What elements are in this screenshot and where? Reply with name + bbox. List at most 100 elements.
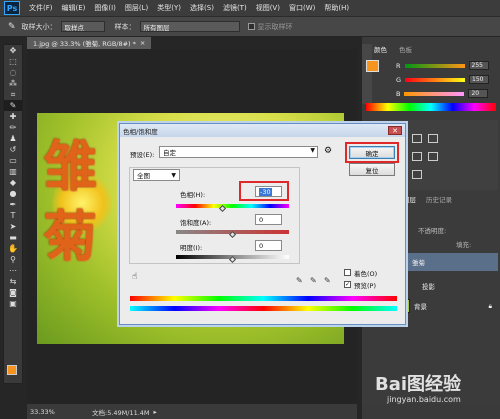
crop-tool-icon[interactable]: ⌗ [4,89,22,100]
tab-history[interactable]: 历史记录 [426,194,452,204]
slider-label: G [396,75,402,84]
menu-filter[interactable]: 滤镜(T) [223,3,247,13]
pen-tool-icon[interactable]: ✒ [4,199,22,210]
sample-size-label: 取样大小： [21,22,57,31]
eyedropper-tool-icon[interactable]: ✎ [4,100,22,111]
menu-file[interactable]: 文件(F) [29,3,53,13]
reset-button[interactable]: 复位 [349,163,395,176]
eyedropper-minus-icon[interactable]: ✎ [324,276,331,285]
gear-icon[interactable]: ⚙ [324,146,332,156]
status-arrow-icon[interactable]: ▸ [154,408,157,416]
preview-checkbox[interactable]: ✓ [344,281,351,288]
close-button[interactable]: ✕ [388,126,402,135]
lasso-tool-icon[interactable]: ◌ [4,67,22,78]
menu-window[interactable]: 窗口(W) [289,3,315,13]
hue-saturation-dialog: 色相/饱和度 ✕ 预设(E): 自定 ▼ ⚙ 全图 ▼ 色相(H): -30 饱… [119,123,406,325]
fill-label: 填充: [456,241,472,249]
exposure-icon[interactable] [428,134,438,143]
menu-type[interactable]: 类型(Y) [157,3,181,13]
slider-value[interactable]: 20 [468,89,489,98]
show-ring-checkbox[interactable] [247,23,255,30]
eyedropper-icon[interactable]: ✎ [296,276,303,285]
sample-select[interactable]: 所有图层 [139,21,240,32]
blur-tool-icon[interactable]: ◆ [4,177,22,188]
panel-foreground-swatch[interactable] [366,60,379,72]
slider-track[interactable] [404,63,465,68]
menu-select[interactable]: 选择(S) [190,3,214,13]
tab-swatches[interactable]: 色板 [399,44,412,54]
preset-select[interactable]: 自定 ▼ [159,146,318,158]
menu-help[interactable]: 帮助(H) [324,3,349,13]
sample-size-select[interactable]: 取样点 [60,21,105,32]
black-white-icon[interactable] [428,152,438,161]
gradient-tool-icon[interactable]: ▥ [4,166,22,177]
toolbox: ✥ ⬚ ◌ ⁂ ⌗ ✎ ✚ ✏ ♟ ↺ ▭ ▥ ◆ ● ✒ T ➤ ▬ ✋ ⚲ … [3,44,23,384]
input-color-bar [130,296,397,301]
hue-slider-track[interactable] [176,204,289,208]
dialog-titlebar[interactable]: 色相/饱和度 [120,124,405,137]
dialog-title: 色相/饱和度 [123,127,158,136]
stamp-tool-icon[interactable]: ♟ [4,133,22,144]
dodge-tool-icon[interactable]: ● [4,188,22,199]
show-ring-label: 显示取样环 [257,22,293,31]
panel-icon-strip [362,44,372,104]
quick-mask-icon[interactable]: ◙ [4,287,22,298]
eyedropper-icon[interactable]: ✎ [8,22,16,32]
menu-bar: Ps 文件(F) 编辑(E) 图像(I) 图层(L) 类型(Y) 选择(S) 滤… [0,0,500,16]
chevron-down-icon: ▼ [171,171,176,179]
type-tool-icon[interactable]: T [4,210,22,221]
color-slider-r[interactable]: R 255 [396,61,489,70]
history-brush-icon[interactable]: ↺ [4,144,22,155]
screen-mode-icon[interactable]: ▣ [4,298,22,309]
menu-view[interactable]: 视图(V) [256,3,280,13]
text-layer-char: 菊 [43,205,97,268]
saturation-input[interactable]: 0 [255,214,282,225]
eyedropper-plus-icon[interactable]: ✎ [310,276,317,285]
doc-info: 文档:5.49M/11.4M [92,408,150,417]
healing-tool-icon[interactable]: ✚ [4,111,22,122]
curves-icon[interactable] [412,134,422,143]
more-tools-icon[interactable]: ⋯ [4,265,22,276]
color-balance-icon[interactable] [412,152,422,161]
lightness-input[interactable]: 0 [255,240,282,251]
color-panel-tabs: 颜色 色板 [374,43,424,54]
threshold-icon[interactable] [412,170,422,179]
colorize-checkbox[interactable] [344,269,351,276]
quick-select-tool-icon[interactable]: ⁂ [4,78,22,89]
swap-colors-icon[interactable]: ⇆ [4,276,22,287]
eraser-tool-icon[interactable]: ▭ [4,155,22,166]
move-tool-icon[interactable]: ✥ [4,45,22,56]
slider-track[interactable] [404,91,465,96]
zoom-tool-icon[interactable]: ⚲ [4,254,22,265]
colorize-label: 着色(O) [354,270,378,278]
hand-tool-icon[interactable]: ✋ [4,243,22,254]
menu-layer[interactable]: 图层(L) [125,3,148,13]
slider-value[interactable]: 150 [469,75,490,84]
shape-tool-icon[interactable]: ▬ [4,232,22,243]
close-tab-icon[interactable]: × [140,39,145,47]
baidu-jingyan-watermark: Bai图经验 [375,374,462,395]
opacity-label: 不透明度: [418,227,447,235]
output-color-bar [130,306,397,311]
tab-color[interactable]: 颜色 [374,44,387,54]
zoom-level[interactable]: 33.33% [30,408,70,416]
slider-track[interactable] [405,77,466,82]
channel-select[interactable]: 全图 ▼ [133,169,180,181]
menu-edit[interactable]: 编辑(E) [62,3,86,13]
marquee-tool-icon[interactable]: ⬚ [4,56,22,67]
document-tab-title: 1.jpg @ 33.3% (雏菊, RGB/8#) * [33,40,136,48]
color-slider-g[interactable]: G 150 [396,75,490,84]
document-tab[interactable]: 1.jpg @ 33.3% (雏菊, RGB/8#) * × [27,37,152,49]
hue-label: 色相(H): [180,191,206,199]
brush-tool-icon[interactable]: ✏ [4,122,22,133]
lock-icon: 🔒︎ [488,301,492,310]
menu-image[interactable]: 图像(I) [94,3,116,13]
hand-adjust-icon[interactable]: ☝ [132,272,137,282]
slider-value[interactable]: 255 [468,61,489,70]
path-select-tool-icon[interactable]: ➤ [4,221,22,232]
color-spectrum-bar[interactable] [366,103,496,111]
status-bar: 33.33% 文档:5.49M/11.4M ▸ [27,404,357,419]
foreground-color-swatch[interactable] [7,365,17,375]
color-slider-b[interactable]: B 20 [396,89,489,98]
highlight-box [345,142,399,163]
